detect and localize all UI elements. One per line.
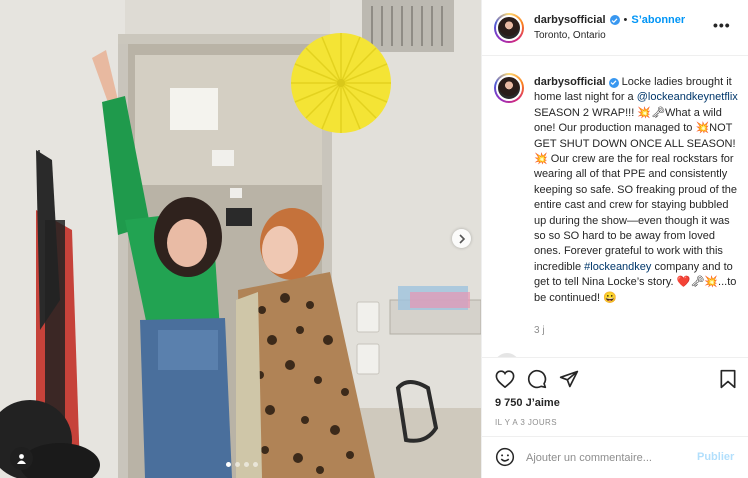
caption-mention-link[interactable]: @lockeandkeynetflix xyxy=(637,91,738,103)
header-user-line: darbysofficial • S’abonner xyxy=(534,14,685,26)
instagram-post: darbysofficial • S’abonner Toronto, Onta… xyxy=(0,0,748,478)
add-comment-row: Publier xyxy=(482,436,748,478)
header-username[interactable]: darbysofficial xyxy=(534,14,606,26)
save-button[interactable] xyxy=(717,368,739,390)
more-options-button[interactable]: ••• xyxy=(713,17,731,33)
paper-plane-icon xyxy=(559,370,579,388)
caption-username[interactable]: darbysofficial xyxy=(534,76,606,88)
carousel-dot xyxy=(244,462,249,467)
carousel-dot xyxy=(226,462,231,467)
photo-scene xyxy=(0,0,481,478)
post-photo[interactable] xyxy=(0,0,481,478)
heart-icon xyxy=(495,370,515,388)
comment-bubble-icon xyxy=(527,369,547,389)
action-icons xyxy=(494,368,580,390)
bookmark-icon xyxy=(720,369,736,389)
chevron-right-icon xyxy=(458,233,465,244)
smiley-icon xyxy=(495,447,515,467)
post-side-panel: darbysofficial • S’abonner Toronto, Onta… xyxy=(481,0,748,478)
follow-button[interactable]: S’abonner xyxy=(631,14,685,26)
separator-dot: • xyxy=(623,14,628,26)
post-actions: 9 750 J’aime IL Y A 3 JOURS Publier xyxy=(482,357,748,477)
author-avatar[interactable] xyxy=(494,13,524,43)
post-caption: darbysofficial Locke ladies brought it h… xyxy=(534,75,742,306)
comment-button[interactable] xyxy=(526,368,548,390)
publish-comment-button[interactable]: Publier xyxy=(697,451,734,463)
next-photo-button[interactable] xyxy=(452,229,471,248)
post-header: darbysofficial • S’abonner Toronto, Onta… xyxy=(482,0,748,56)
caption-text: SEASON 2 WRAP!!! 💥🗝What a wild one! Our … xyxy=(534,106,738,273)
comment-input[interactable] xyxy=(526,449,686,467)
share-button[interactable] xyxy=(558,368,580,390)
carousel-dot xyxy=(235,462,240,467)
verified-badge-icon xyxy=(609,15,620,25)
caption-author-avatar[interactable] xyxy=(494,73,524,103)
verified-badge-icon xyxy=(608,77,619,88)
likes-count[interactable]: 9 750 J’aime xyxy=(495,397,560,409)
tagged-users-button[interactable] xyxy=(10,447,33,470)
caption-hashtag-link[interactable]: #lockeandkey xyxy=(584,261,651,273)
carousel-dots xyxy=(226,462,258,467)
location-link[interactable]: Toronto, Ontario xyxy=(534,30,606,41)
comments-section: darbysofficial Locke ladies brought it h… xyxy=(482,57,748,357)
emoji-button[interactable] xyxy=(494,446,516,468)
carousel-dot xyxy=(253,462,258,467)
caption-time: 3 j xyxy=(534,325,545,336)
post-timestamp[interactable]: IL Y A 3 JOURS xyxy=(495,418,557,427)
like-button[interactable] xyxy=(494,368,516,390)
user-tag-icon xyxy=(17,454,26,464)
